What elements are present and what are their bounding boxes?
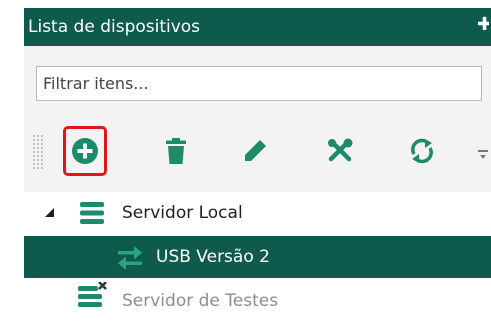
sync-button[interactable] — [400, 126, 444, 176]
edit-device-button[interactable] — [233, 126, 277, 176]
trash-icon — [166, 138, 186, 164]
overflow-chevron-icon[interactable] — [478, 150, 488, 162]
usb-transfer-icon — [118, 246, 142, 270]
server-disconnected-icon — [78, 282, 107, 307]
filter-input[interactable] — [36, 66, 482, 101]
expand-arrow-icon[interactable] — [45, 208, 54, 217]
add-device-button[interactable] — [63, 126, 107, 176]
pencil-icon — [245, 140, 266, 161]
panel-title: Lista de dispositivos — [28, 17, 201, 37]
pin-icon[interactable]: ✚ — [477, 15, 489, 35]
tree-item-label: USB Versão 2 — [156, 247, 270, 267]
delete-device-button[interactable] — [154, 126, 198, 176]
sync-icon — [411, 138, 433, 164]
server-icon — [80, 202, 104, 224]
device-list-panel: Lista de dispositivos ✚ Filtrar itens...… — [0, 0, 491, 323]
tools-icon — [328, 138, 353, 162]
add-circle-icon — [72, 138, 98, 164]
tree-item-label: Servidor de Testes — [122, 291, 279, 311]
tree-item-label: Servidor Local — [122, 203, 243, 223]
panel-header: Lista de dispositivos ✚ — [24, 8, 491, 46]
toolbar-grip-icon[interactable] — [32, 134, 44, 170]
tools-button[interactable] — [318, 126, 362, 176]
